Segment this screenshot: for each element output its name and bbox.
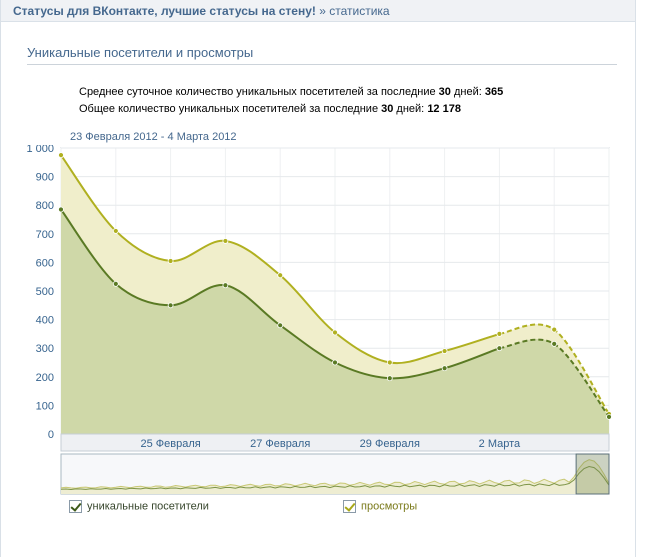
visitors-checkbox[interactable] [69, 500, 82, 513]
avg-value: 365 [484, 86, 504, 98]
views-point [58, 152, 64, 159]
date-range: 23 Февраля 2012 - 4 Марта 2012 [70, 131, 237, 143]
section-title: Уникальные посетители и просмотры [27, 45, 617, 65]
chart-container: 0 100 200 300 400 500 600 700 800 900 1 000 25 Февр… [1, 143, 621, 498]
y-tick-label: 800 [36, 200, 54, 212]
x-tick-label: 29 Февраля [360, 438, 420, 450]
avg-label: Среднее суточное количество уникальных п… [79, 86, 439, 98]
views-point [112, 228, 119, 234]
visitors-point [277, 322, 284, 329]
visitors-point [332, 359, 338, 366]
y-tick-label: 1 000 [26, 145, 54, 155]
breadcrumb-current: статистика [329, 4, 390, 18]
total-visitors-line: Общее количество уникальных посетителей … [79, 101, 503, 118]
y-tick-label: 700 [36, 229, 54, 241]
visitors-chart[interactable]: 0 100 200 300 400 500 600 700 800 900 1 000 25 Февр… [1, 143, 621, 495]
visitors-point [386, 375, 393, 382]
visitors-point [496, 345, 503, 352]
y-tick-label: 0 [48, 429, 54, 441]
y-tick-label: 900 [36, 172, 54, 184]
right-border [635, 0, 636, 557]
views-point [441, 348, 448, 354]
views-point [551, 326, 558, 333]
views-point [167, 258, 174, 264]
app-title-link[interactable]: Статусы для ВКонтакте, лучшие статусы на… [13, 4, 316, 18]
visitors-point [441, 365, 448, 372]
total-label: Общее количество уникальных посетителей … [79, 103, 382, 115]
views-point [332, 329, 338, 336]
views-point [222, 238, 229, 244]
avg-visitors-line: Среднее суточное количество уникальных п… [79, 84, 503, 101]
legend-views-label: просмотры [361, 500, 418, 513]
x-tick-label: 2 Марта [479, 438, 521, 450]
legend-visitors-label: уникальные посетители [87, 500, 209, 513]
y-tick-label: 300 [36, 343, 54, 355]
visitors-point [112, 280, 119, 287]
views-point [496, 330, 503, 337]
legend-visitors[interactable]: уникальные посетители [69, 500, 209, 513]
y-tick-label: 500 [36, 286, 54, 298]
visitors-point [551, 341, 558, 347]
breadcrumb-separator: » [319, 4, 326, 18]
legend-views[interactable]: просмотры [343, 500, 417, 513]
y-tick-label: 200 [36, 372, 54, 384]
views-checkbox[interactable] [343, 500, 356, 513]
overview-selection-window [575, 453, 610, 495]
visitors-point [167, 302, 174, 309]
visitors-point [606, 413, 612, 420]
views-point [277, 272, 284, 279]
avg-days-suffix: дней: [450, 86, 485, 98]
visitors-point [58, 206, 64, 213]
views-point [386, 359, 393, 366]
avg-days: 30 [438, 86, 451, 98]
total-value: 12 178 [427, 103, 461, 115]
y-tick-label: 100 [36, 400, 54, 412]
x-tick-label: 27 Февраля [250, 438, 310, 450]
header-bar: Статусы для ВКонтакте, лучшие статусы на… [1, 0, 635, 22]
x-tick-label: 25 Февраля [140, 438, 200, 450]
summary-stats: Среднее суточное количество уникальных п… [79, 84, 503, 118]
total-days: 30 [381, 103, 394, 115]
total-days-suffix: дней: [393, 103, 428, 115]
visitors-point [222, 282, 229, 289]
statistics-page: Статусы для ВКонтакте, лучшие статусы на… [0, 0, 651, 557]
y-tick-label: 400 [36, 315, 54, 327]
y-tick-label: 600 [36, 257, 54, 269]
